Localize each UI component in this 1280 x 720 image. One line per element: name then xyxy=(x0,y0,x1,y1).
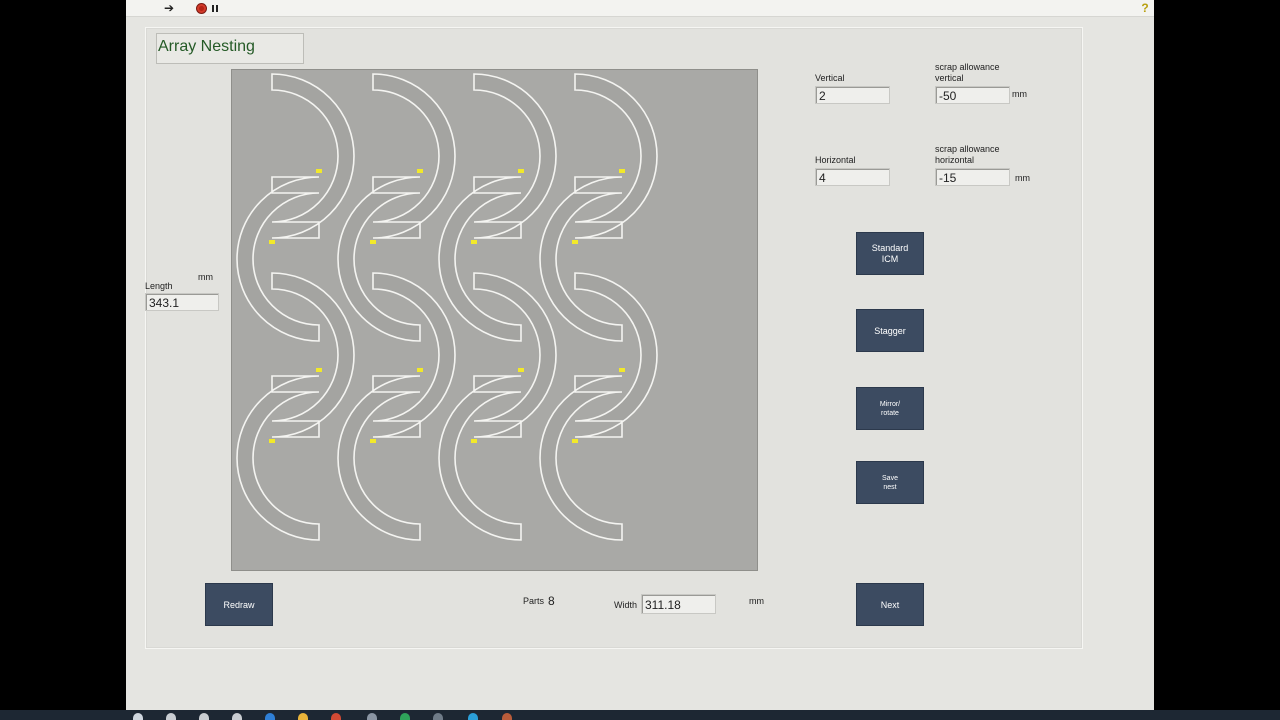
pierce-marker xyxy=(471,439,477,443)
pierce-marker xyxy=(572,439,578,443)
vertical-label: Vertical xyxy=(815,73,845,83)
nest-part-upper xyxy=(473,73,557,239)
nest-part-lower xyxy=(539,176,623,342)
length-field[interactable]: 343.1 xyxy=(145,293,219,311)
pause-icon[interactable] xyxy=(209,1,221,15)
nest-part-upper xyxy=(372,73,456,239)
pierce-marker xyxy=(370,439,376,443)
pierce-marker xyxy=(316,169,322,173)
horizontal-label: Horizontal xyxy=(815,155,856,165)
standard-icm-button[interactable]: Standard ICM xyxy=(856,232,924,275)
width-field[interactable]: 311.18 xyxy=(641,594,716,614)
nest-part-lower xyxy=(337,375,421,541)
nest-part-upper xyxy=(574,73,658,239)
search-icon[interactable] xyxy=(166,713,176,720)
nest-part-lower xyxy=(236,375,320,541)
stagger-button[interactable]: Stagger xyxy=(856,309,924,352)
app2-icon[interactable] xyxy=(468,713,478,720)
pierce-marker xyxy=(572,240,578,244)
pierce-marker xyxy=(417,368,423,372)
pierce-marker xyxy=(518,368,524,372)
folder-icon[interactable] xyxy=(298,713,308,720)
nest-part-lower xyxy=(236,176,320,342)
scrap-vertical-label-2: vertical xyxy=(935,73,964,83)
parts-label: Parts xyxy=(523,596,545,606)
length-unit: mm xyxy=(198,272,213,282)
nest-part-lower xyxy=(337,176,421,342)
step-icon[interactable]: ➔ xyxy=(162,1,176,15)
nest-part-upper xyxy=(574,272,658,438)
nest-part-upper xyxy=(271,272,355,438)
horizontal-field[interactable]: 4 xyxy=(815,168,890,186)
scrap-horizontal-unit: mm xyxy=(1015,173,1030,183)
edge-icon[interactable] xyxy=(265,713,275,720)
nest-part-upper xyxy=(372,272,456,438)
pierce-marker xyxy=(518,169,524,173)
mirror-rotate-button[interactable]: Mirror/ rotate xyxy=(856,387,924,430)
scrap-vertical-field[interactable]: -50 xyxy=(935,86,1010,104)
nest-part-lower xyxy=(539,375,623,541)
nest-part-upper xyxy=(473,272,557,438)
page-title: Array Nesting xyxy=(158,38,255,55)
pierce-marker xyxy=(471,240,477,244)
nest-part-lower xyxy=(438,375,522,541)
start-icon[interactable] xyxy=(133,713,143,720)
scrap-vertical-label-1: scrap allowance xyxy=(935,62,1000,72)
taskview-icon[interactable] xyxy=(232,713,242,720)
nest-part-lower xyxy=(438,176,522,342)
length-label: Length xyxy=(145,281,173,291)
pierce-marker xyxy=(619,368,625,372)
cortana-icon[interactable] xyxy=(199,713,209,720)
app3-icon[interactable] xyxy=(502,713,512,720)
nest-canvas xyxy=(231,69,758,571)
scrap-vertical-unit: mm xyxy=(1012,89,1027,99)
nest-drawing xyxy=(236,73,658,541)
nest-part-upper xyxy=(271,73,355,239)
taskbar xyxy=(0,710,1280,720)
scrap-horizontal-label-2: horizontal xyxy=(935,155,975,165)
pierce-marker xyxy=(619,169,625,173)
help-icon[interactable]: ? xyxy=(1138,1,1152,15)
pierce-marker xyxy=(370,240,376,244)
redraw-button[interactable]: Redraw xyxy=(205,583,273,626)
parts-value: 8 xyxy=(548,594,555,608)
app-icon[interactable] xyxy=(367,713,377,720)
pierce-marker xyxy=(316,368,322,372)
active-app-icon[interactable] xyxy=(433,713,443,720)
title-box: Array Nesting xyxy=(156,33,304,64)
pierce-marker xyxy=(269,240,275,244)
pierce-marker xyxy=(269,439,275,443)
width-label: Width xyxy=(614,600,638,610)
scrap-horizontal-label-1: scrap allowance xyxy=(935,144,1000,154)
excel-icon[interactable] xyxy=(400,713,410,720)
save-nest-button[interactable]: Save nest xyxy=(856,461,924,504)
vertical-field[interactable]: 2 xyxy=(815,86,890,104)
chrome-icon[interactable] xyxy=(331,713,341,720)
pierce-marker xyxy=(417,169,423,173)
next-button[interactable]: Next xyxy=(856,583,924,626)
width-unit: mm xyxy=(749,596,764,606)
toolbar: ➔ ? xyxy=(126,0,1154,17)
scrap-horizontal-field[interactable]: -15 xyxy=(935,168,1010,186)
record-icon[interactable] xyxy=(194,1,208,15)
